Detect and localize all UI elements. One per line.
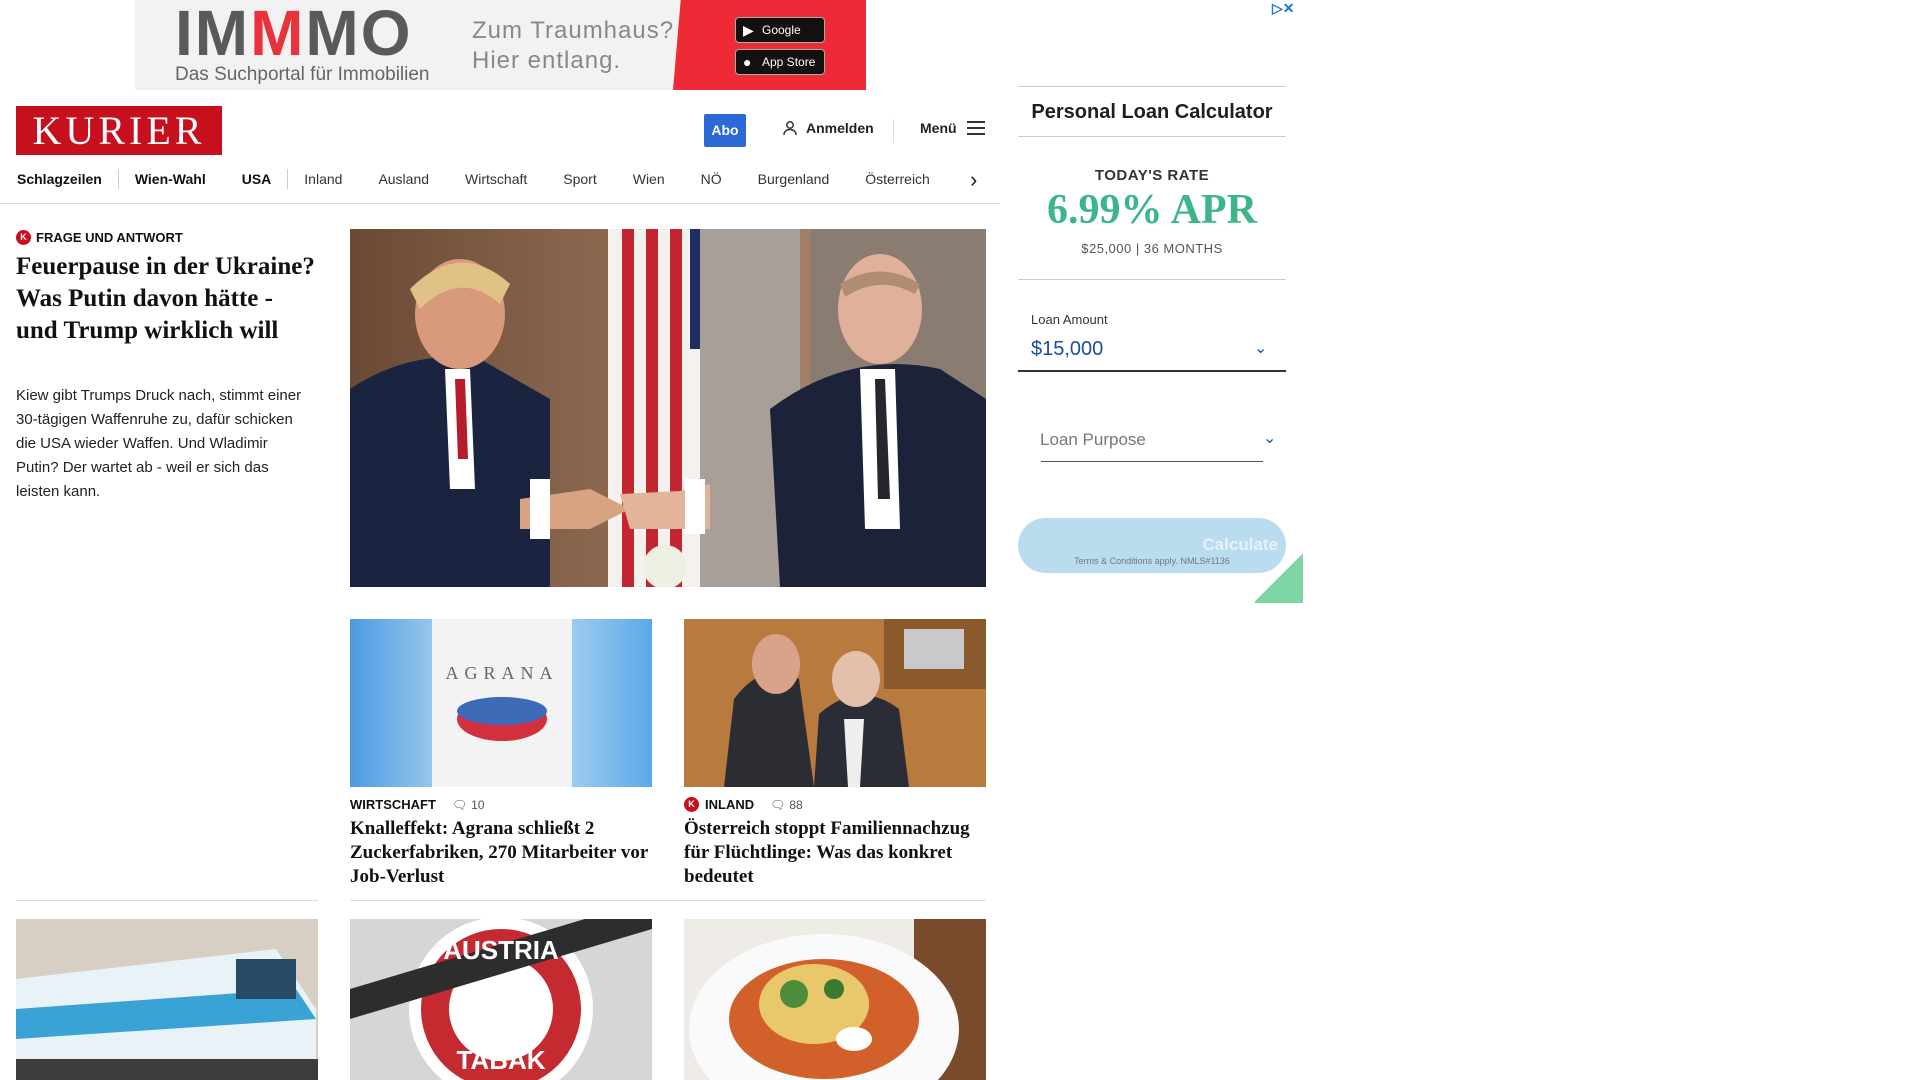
nav-item-inland[interactable]: Inland	[304, 171, 342, 187]
calculator-title: Personal Loan Calculator	[1018, 86, 1286, 137]
nav-item-burgenland[interactable]: Burgenland	[758, 171, 830, 187]
parliament-image[interactable]	[684, 619, 986, 787]
austria-tabak-image[interactable]: AUSTRIA TABAK	[350, 919, 652, 1080]
nav-item-usa[interactable]: USA	[242, 171, 272, 187]
card-meta: K Inland 🗨 88	[684, 797, 803, 812]
comment-icon: 🗨	[770, 797, 786, 812]
app-store-button[interactable]: ● App Store	[735, 49, 825, 75]
card-meta: Wirtschaft 🗨 10	[350, 797, 485, 812]
train-image[interactable]	[16, 919, 318, 1080]
agrana-image[interactable]: AGRANA	[350, 619, 652, 787]
section-divider	[1018, 279, 1286, 280]
hamburger-icon	[966, 121, 985, 135]
nav-divider-line	[0, 203, 1000, 204]
chevron-down-icon[interactable]: ⌄	[1254, 338, 1267, 358]
loan-purpose-select[interactable]: Loan Purpose	[1040, 430, 1146, 450]
chevron-down-icon[interactable]: ⌄	[1263, 428, 1276, 448]
food-image[interactable]	[684, 919, 986, 1080]
comment-count[interactable]: 🗨 10	[452, 798, 485, 812]
lead-teaser: Kiew gibt Trumps Druck nach, stimmt eine…	[16, 387, 302, 500]
kurier-plus-icon: K	[16, 230, 31, 245]
nav-item-wirtschaft[interactable]: Wirtschaft	[465, 171, 527, 187]
field-underline	[1018, 370, 1286, 372]
card-headline[interactable]: Knalleffekt: Agrana schließt 2 Zuckerfab…	[350, 817, 660, 889]
chevron-right-icon[interactable]: ›	[970, 167, 977, 193]
rate-label: TODAY'S RATE	[1094, 167, 1210, 184]
ad-slogan: Zum Traumhaus? Hier entlang.	[472, 17, 675, 74]
menu-button[interactable]: Menü	[920, 120, 985, 136]
kurier-plus-icon: K	[684, 797, 699, 812]
nav-item-ausland[interactable]: Ausland	[378, 171, 429, 187]
top-banner-ad[interactable]: IMMMO Das Suchportal für Immobilien Zum …	[135, 0, 866, 90]
section-nav: Schlagzeilen Wien-Wahl USA Inland Auslan…	[17, 168, 930, 190]
nav-item-wien[interactable]: Wien	[633, 171, 665, 187]
nav-divider	[287, 169, 289, 189]
nav-item-sport[interactable]: Sport	[563, 171, 596, 187]
terms-text[interactable]: Terms & Conditions apply. NMLS#1136	[1018, 556, 1286, 566]
ad-subtitle: Das Suchportal für Immobilien	[175, 64, 430, 85]
field-underline	[1041, 461, 1263, 462]
user-icon	[783, 121, 797, 136]
kurier-logo[interactable]: KURIER	[16, 106, 222, 155]
rate-details: $25,000 | 36 MONTHS	[1081, 241, 1223, 256]
ad-corner-decoration	[1255, 552, 1303, 603]
header-divider	[893, 119, 894, 143]
nav-divider	[117, 169, 119, 189]
adchoices-icon[interactable]: ▷✕	[1272, 0, 1295, 17]
immmo-logo: IMMMO	[175, 0, 413, 69]
abo-button[interactable]: Abo	[704, 114, 746, 147]
comment-count[interactable]: 🗨 88	[770, 798, 803, 812]
nav-item-oesterreich[interactable]: Österreich	[865, 171, 930, 187]
row-divider	[16, 900, 318, 901]
lead-headline[interactable]: Feuerpause in der Ukraine? Was Putin dav…	[16, 251, 316, 347]
nav-item-noe[interactable]: NÖ	[701, 171, 722, 187]
card-headline[interactable]: Österreich stoppt Familiennachzug für Fl…	[684, 817, 994, 889]
loan-amount-select[interactable]: $15,000	[1031, 338, 1103, 361]
play-store-icon: ▶	[743, 22, 754, 38]
apple-icon: ●	[743, 54, 752, 70]
agrana-flag-text: AGRANA	[445, 663, 558, 683]
loan-amount-label: Loan Amount	[1031, 312, 1108, 327]
google-play-button[interactable]: ▶Google Play	[735, 17, 825, 61]
austria-text: AUSTRIA	[443, 935, 559, 965]
login-button[interactable]: Anmelden	[782, 120, 874, 136]
comment-icon: 🗨	[451, 797, 468, 812]
lead-kicker: K Frage und Antwort	[16, 230, 183, 245]
nav-item-wien-wahl[interactable]: Wien-Wahl	[135, 171, 206, 187]
tabak-text: TABAK	[456, 1045, 545, 1075]
rate-value: 6.99% APR	[1047, 187, 1257, 233]
lead-hero-image[interactable]	[350, 229, 986, 587]
row-divider	[350, 900, 986, 901]
nav-item-schlagzeilen[interactable]: Schlagzeilen	[17, 171, 102, 187]
